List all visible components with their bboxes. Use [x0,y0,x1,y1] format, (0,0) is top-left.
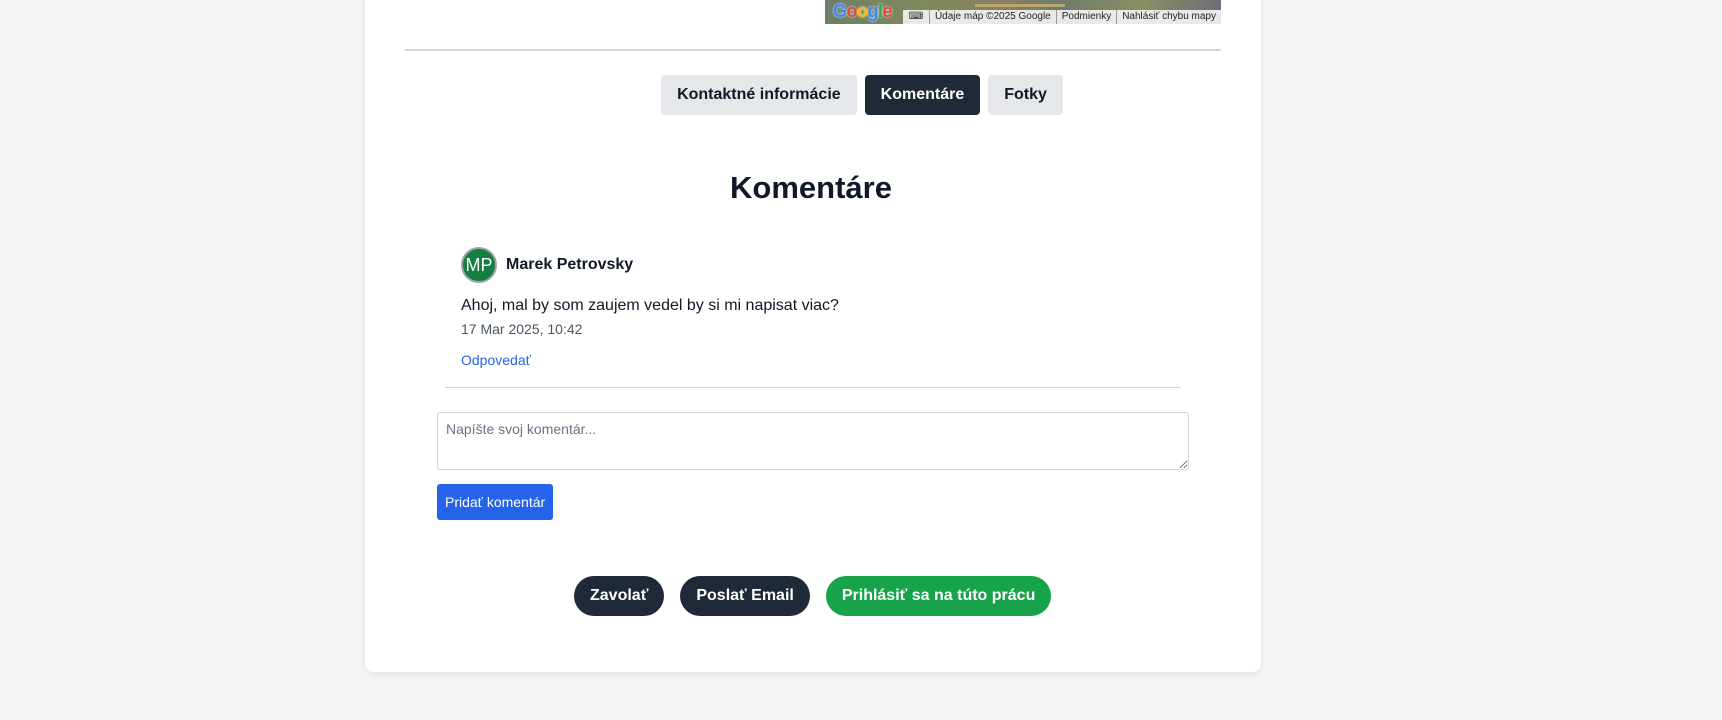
avatar: MP [461,247,497,283]
tab-contact-info[interactable]: Kontaktné informácie [661,75,857,115]
comment-timestamp: 17 Mar 2025, 10:42 [461,321,583,337]
apply-job-button[interactable]: Prihlásiť sa na túto prácu [825,576,1052,616]
tab-bar: Kontaktné informácie Komentáre Fotky [0,75,1722,115]
section-title: Komentáre [730,170,892,205]
tab-comments[interactable]: Komentáre [864,75,981,115]
map-data-credit: Údaje máp ©2025 Google [930,10,1057,24]
map-report-error-link[interactable]: Nahlásiť chybu mapy [1117,10,1221,24]
keyboard-icon[interactable]: ⌨ [903,10,930,24]
comment-author: Marek Petrovsky [506,256,634,273]
action-buttons: Zavolať Poslať Email Prihlásiť sa na tút… [574,576,1052,616]
map-road [975,4,1065,7]
send-email-button[interactable]: Poslať Email [680,576,810,616]
google-logo: Google [833,1,893,21]
reply-link[interactable]: Odpovedať [461,352,531,368]
tab-photos[interactable]: Fotky [988,75,1063,115]
comment-text: Ahoj, mal by som zaujem vedel by si mi n… [461,297,839,314]
map-attribution-bar: ⌨ Údaje máp ©2025 Google Podmienky Nahlá… [903,10,1221,24]
call-button[interactable]: Zavolať [574,576,665,616]
comment-divider [445,387,1181,388]
comment-header: MP Marek Petrovsky [461,247,633,283]
section-divider [405,49,1221,51]
map-terms-link[interactable]: Podmienky [1057,10,1118,24]
add-comment-button[interactable]: Pridať komentár [437,484,554,520]
map-embed[interactable]: Google ⌨ Údaje máp ©2025 Google Podmienk… [825,0,1221,24]
comment-input[interactable] [437,412,1189,470]
